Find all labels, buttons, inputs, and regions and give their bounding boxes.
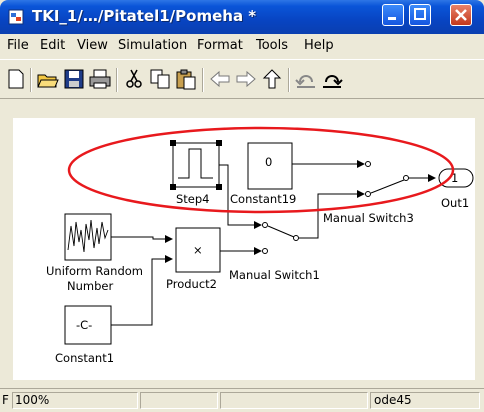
status-field-2 bbox=[140, 392, 218, 409]
menu-tools[interactable]: Tools bbox=[256, 38, 288, 53]
maximize-button[interactable] bbox=[409, 4, 431, 26]
step-block[interactable] bbox=[170, 140, 222, 190]
manual-switch3-block[interactable] bbox=[365, 161, 409, 197]
menu-edit[interactable]: Edit bbox=[40, 38, 65, 53]
constant1-value: -C- bbox=[76, 318, 92, 332]
paste-icon[interactable] bbox=[174, 68, 198, 90]
title-bar[interactable]: TKI_1/…/Pitatel1/Pomeha * bbox=[0, 0, 484, 34]
up-icon[interactable] bbox=[260, 68, 284, 90]
manual-switch3-label: Manual Switch3 bbox=[323, 211, 414, 225]
constant19-value: 0 bbox=[265, 155, 272, 169]
forward-icon[interactable] bbox=[234, 68, 258, 90]
status-zoom: 100% bbox=[15, 393, 50, 407]
redo-icon[interactable] bbox=[320, 68, 344, 90]
constant1-label: Constant1 bbox=[55, 351, 114, 365]
undo-icon[interactable] bbox=[294, 68, 318, 90]
close-icon bbox=[455, 9, 467, 21]
save-icon[interactable] bbox=[62, 68, 86, 90]
model-diagram: Step4 0 Constant19 Manual Switch3 1 Out1 bbox=[46, 126, 474, 365]
status-bar: F 100% ode45 bbox=[0, 388, 484, 412]
menu-format[interactable]: Format bbox=[197, 38, 243, 53]
menu-simulation[interactable]: Simulation bbox=[118, 38, 187, 53]
copy-icon[interactable] bbox=[148, 68, 172, 90]
status-left-char: F bbox=[2, 393, 9, 407]
uniform-random-block[interactable] bbox=[64, 213, 112, 261]
minimize-button[interactable] bbox=[382, 4, 404, 26]
open-icon[interactable] bbox=[36, 68, 60, 90]
product2-symbol: × bbox=[193, 243, 203, 257]
uniform-label-line2: Number bbox=[67, 279, 113, 293]
minimize-icon bbox=[388, 17, 396, 20]
close-button[interactable] bbox=[450, 4, 472, 26]
constant19-label: Constant19 bbox=[230, 192, 296, 206]
step-label: Step4 bbox=[176, 192, 210, 206]
menu-bar: File Edit View Simulation Format Tools H… bbox=[0, 34, 484, 58]
cut-icon[interactable] bbox=[122, 68, 146, 90]
status-field-3 bbox=[220, 392, 368, 409]
back-icon[interactable] bbox=[208, 68, 232, 90]
manual-switch1-label: Manual Switch1 bbox=[229, 268, 320, 282]
simulink-icon bbox=[8, 9, 24, 25]
window-title: TKI_1/…/Pitatel1/Pomeha * bbox=[32, 7, 257, 25]
uniform-label-line1: Uniform Random bbox=[46, 264, 143, 278]
menu-file[interactable]: File bbox=[7, 38, 29, 53]
menu-help[interactable]: Help bbox=[304, 38, 334, 53]
out1-label: Out1 bbox=[441, 196, 469, 210]
product2-label: Product2 bbox=[166, 277, 217, 291]
toolbar bbox=[0, 59, 484, 99]
status-solver: ode45 bbox=[374, 393, 412, 407]
print-icon[interactable] bbox=[88, 68, 112, 90]
manual-switch1-block[interactable] bbox=[262, 222, 299, 254]
model-canvas[interactable]: Step4 0 Constant19 Manual Switch3 1 Out1 bbox=[13, 118, 475, 380]
simulink-window: TKI_1/…/Pitatel1/Pomeha * File Edit View… bbox=[0, 0, 484, 412]
menu-view[interactable]: View bbox=[77, 38, 108, 53]
new-icon[interactable] bbox=[4, 68, 28, 90]
maximize-icon bbox=[414, 8, 426, 20]
